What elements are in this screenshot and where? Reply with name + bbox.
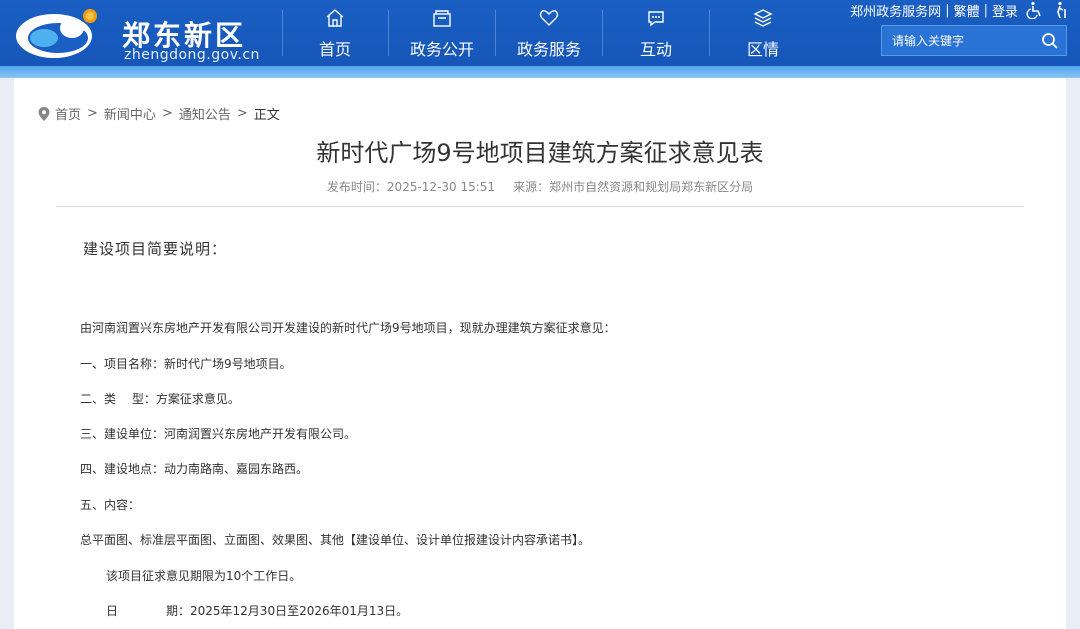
- layers-icon: [753, 9, 773, 27]
- breadcrumb-notices[interactable]: 通知公告: [179, 104, 231, 123]
- title-divider: [56, 206, 1024, 207]
- heart-icon: [539, 10, 559, 26]
- elderly-care-icon[interactable]: [1052, 1, 1070, 19]
- paragraph: 由河南润置兴东房地产开发有限公司开发建设的新时代广场9号地项目，现就办理建筑方案…: [80, 321, 616, 335]
- nav-item-interaction[interactable]: 互动: [603, 0, 709, 66]
- search-icon[interactable]: [1040, 31, 1060, 51]
- site-logo[interactable]: 郑东新区 zhengdong.gov.cn: [14, 4, 274, 64]
- paragraph: 五、内容：: [80, 498, 141, 512]
- publish-time: 2025-12-30 15:51: [386, 180, 496, 194]
- traditional-chinese-link[interactable]: 繁體: [954, 1, 980, 20]
- period-note: 该项目征求意见期限为10个工作日。: [106, 569, 302, 583]
- nav-label: 政务公开: [409, 40, 474, 59]
- nav-item-gov-services[interactable]: 政务服务: [496, 0, 602, 66]
- portal-link[interactable]: 郑州政务服务网: [850, 1, 941, 20]
- separator: |: [983, 2, 988, 18]
- site-header: 郑东新区 zhengdong.gov.cn 首页 政务公开 政务服务 互动 区情…: [0, 0, 1080, 66]
- logo-emblem-icon: [16, 9, 97, 58]
- nav-label: 政务服务: [516, 40, 581, 59]
- separator: |: [945, 2, 950, 18]
- paragraph: 四、建设地点：动力南路南、嘉园东路西。: [80, 462, 309, 476]
- search-input[interactable]: [882, 26, 1032, 55]
- header-stripe: [0, 66, 1080, 78]
- paragraph: 总平面图、标准层平面图、立面图、效果图、其他【建设单位、设计单位报建设计内容承诺…: [80, 533, 591, 547]
- article-title: 新时代广场9号地项目建筑方案征求意见表: [316, 139, 764, 167]
- intro-heading: 建设项目简要说明：: [83, 240, 228, 258]
- breadcrumb-news[interactable]: 新闻中心: [104, 104, 156, 123]
- login-link[interactable]: 登录: [992, 1, 1018, 20]
- home-icon: [326, 9, 344, 27]
- source-label: 来源：: [513, 180, 550, 194]
- paragraph: 二、类 型：方案征求意见。: [80, 392, 240, 406]
- publish-time-label: 发布时间：: [326, 180, 387, 194]
- breadcrumb-separator: >: [87, 106, 98, 121]
- folder-icon: [433, 10, 451, 27]
- nav-label: 互动: [639, 40, 672, 59]
- location-pin-icon: [38, 106, 50, 121]
- breadcrumb-current: 正文: [253, 108, 280, 123]
- search-box: [881, 25, 1067, 56]
- article-meta: 发布时间：2025-12-30 15:51 来源：郑州市自然资源和规划局郑东新区分…: [14, 178, 1066, 195]
- logo-domain: zhengdong.gov.cn: [124, 47, 260, 63]
- chat-icon: [648, 11, 664, 27]
- nav-item-district-info[interactable]: 区情: [710, 0, 816, 66]
- top-links: 郑州政务服务网 | 繁體 | 登录: [850, 0, 1070, 20]
- wheelchair-icon[interactable]: [1026, 1, 1044, 19]
- nav-item-gov-affairs[interactable]: 政务公开: [389, 0, 495, 66]
- paragraph: 一、项目名称：新时代广场9号地项目。: [80, 357, 292, 371]
- nav-item-home[interactable]: 首页: [282, 0, 388, 66]
- article-card: 首页 > 新闻中心 > 通知公告 > 正文 新时代广场9号地项目建筑方案征求意见…: [14, 78, 1066, 629]
- breadcrumb: 首页 > 新闻中心 > 通知公告 > 正文: [38, 104, 280, 123]
- article-source: 郑州市自然资源和规划局郑东新区分局: [549, 180, 754, 194]
- paragraph: 三、建设单位：河南润置兴东房地产开发有限公司。: [80, 427, 357, 441]
- breadcrumb-separator: >: [236, 106, 248, 121]
- date-label: 日: [106, 604, 119, 618]
- breadcrumb-separator: >: [161, 106, 173, 121]
- nav-label: 首页: [318, 40, 351, 59]
- nav-label: 区情: [746, 40, 779, 59]
- breadcrumb-home[interactable]: 首页: [55, 104, 81, 123]
- date-value: 期：2025年12月30日至2026年01月13日。: [166, 604, 409, 618]
